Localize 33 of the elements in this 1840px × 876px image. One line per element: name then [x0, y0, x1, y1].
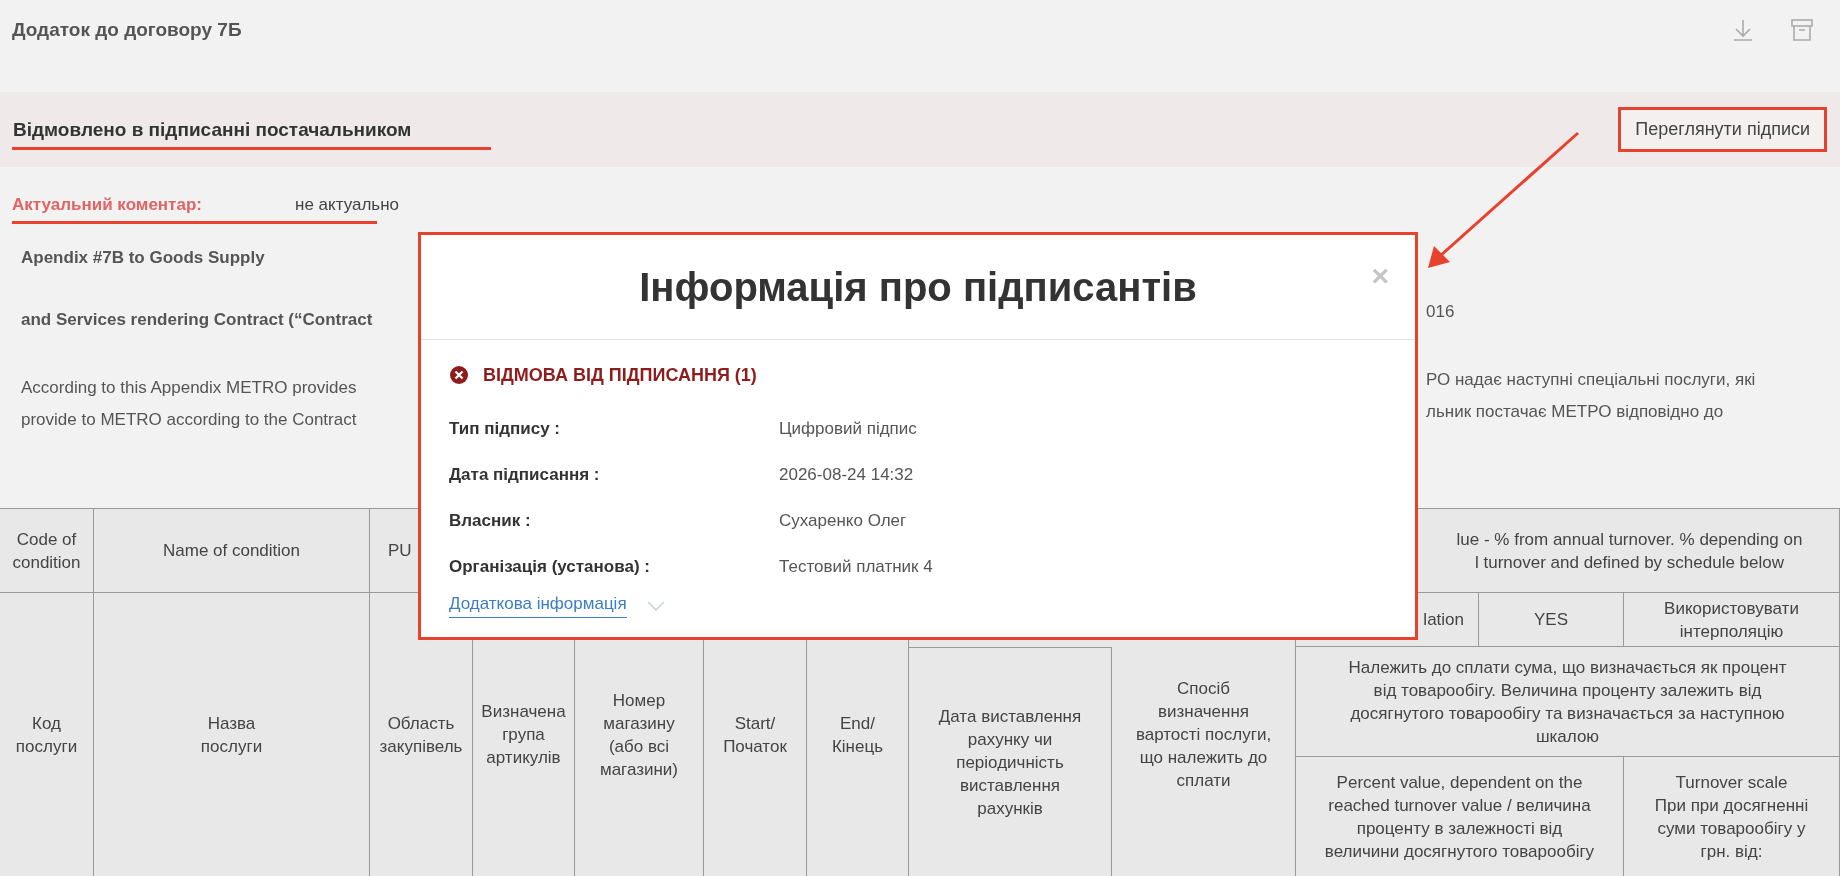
error-icon	[449, 365, 469, 385]
field-value: Цифровий підпис	[779, 419, 917, 439]
comment-label: Актуальний коментар:	[12, 195, 203, 215]
document-text: and Services rendering Contract (“Contract	[21, 310, 374, 331]
view-signatures-button[interactable]: Переглянути підписи	[1618, 107, 1827, 152]
document-paragraph: РО надає наступні спеціальні послуги, які льник постачає МЕТРО відповідно до	[1426, 369, 1757, 423]
table-cell: Turnover scale При при досягненні суми товарообігу у грн. від:	[1624, 757, 1840, 876]
table-cell: Name of condition	[94, 509, 370, 593]
archive-icon[interactable]	[1790, 18, 1814, 42]
comment-value: не актуально	[295, 195, 399, 215]
more-info-link[interactable]: Додаткова інформація	[449, 594, 627, 618]
field-value: Тестовий платник 4	[779, 557, 933, 577]
table-cell: YES	[1479, 593, 1624, 647]
table-cell: Code of condition	[0, 509, 94, 593]
download-icon[interactable]	[1732, 18, 1754, 42]
dialog-title: Інформація про підписантів	[639, 264, 1197, 310]
table-cell: Percent value, dependent on the reached turnover value / величина проценту в залежності від величини досягнутого товарообігу	[1296, 757, 1624, 876]
table-cell: Код послуги	[0, 593, 94, 876]
document-paragraph: According to this Appendix METRO provides provide to METRO according to the Contract	[21, 377, 358, 431]
status-text: Відмовлено в підписанні постачальником	[13, 118, 412, 141]
chevron-icon[interactable]	[646, 601, 665, 611]
field-label: Тип підпису :	[449, 419, 561, 439]
refusal-status: ВІДМОВА ВІД ПІДПИСАННЯ (1)	[483, 364, 757, 386]
field-value: Сухаренко Олег	[779, 511, 907, 531]
document-text: 016	[1426, 302, 1456, 323]
page-title: Додаток до договору 7Б	[12, 19, 242, 41]
field-label: Дата підписання :	[449, 465, 601, 485]
table-cell: Дата виставлення рахунку чи періодичність виставлення рахунків	[909, 647, 1112, 876]
table-cell: Назва послуги	[94, 593, 370, 876]
document-heading: Apendix #7B to Goods Supply	[21, 248, 266, 269]
table-cell: Використовувати інтерполяцію	[1624, 593, 1840, 647]
field-value: 2026-08-24 14:32	[779, 465, 914, 485]
table-cell: Належить до сплати сума, що визначається як процент від товарообігу. Величина проценту залежить від досягнутого товарообігу та визначається за наступною шкалою	[1296, 647, 1840, 757]
